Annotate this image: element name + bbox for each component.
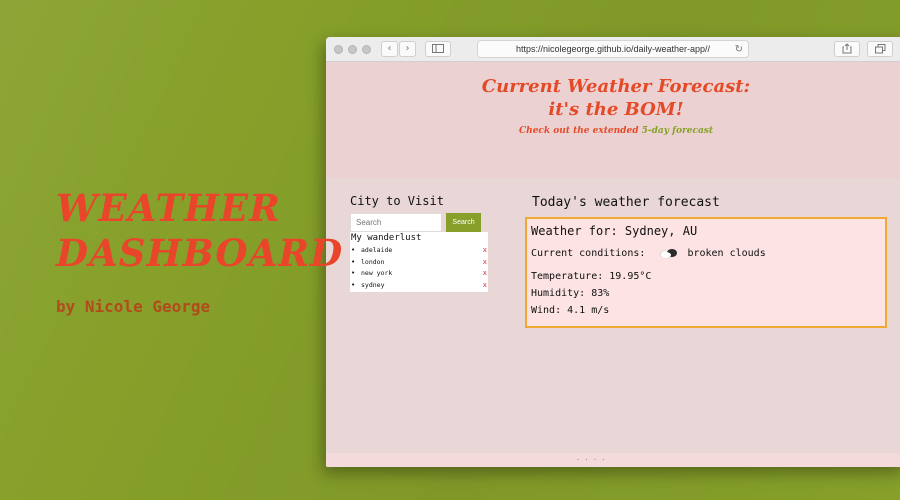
conditions-label: Current conditions: <box>531 248 646 259</box>
minimize-window-dot[interactable] <box>348 45 357 54</box>
promo-title-line2: DASHBOARD <box>56 231 344 275</box>
remove-city-button[interactable]: x <box>483 268 487 280</box>
list-item[interactable]: • adelaide x <box>350 245 488 257</box>
bullet: • <box>351 280 356 289</box>
browser-toolbar: ‹ › https://nicolegeorge.github.io/daily… <box>326 37 900 62</box>
city-name[interactable]: new york <box>361 269 392 277</box>
search-button[interactable]: Search <box>446 213 481 232</box>
zoom-window-dot[interactable] <box>362 45 371 54</box>
web-page: Current Weather Forecast: it's the BOM! … <box>326 62 900 467</box>
url-text: https://nicolegeorge.github.io/daily-wea… <box>515 44 711 54</box>
city-name[interactable]: adelaide <box>361 246 392 254</box>
address-bar[interactable]: https://nicolegeorge.github.io/daily-wea… <box>477 40 749 58</box>
page-header: Current Weather Forecast: it's the BOM! … <box>326 62 900 178</box>
main-content: City to Visit Search My wanderlust • ade… <box>326 178 900 453</box>
footer-text: · · · · <box>576 456 606 464</box>
five-day-forecast-link[interactable]: 5-day forecast <box>642 126 713 136</box>
wanderlust-list: My wanderlust • adelaide x • london x • <box>350 232 488 292</box>
search-input[interactable] <box>350 213 442 232</box>
forecast-card: Weather for: Sydney, AU Current conditio… <box>525 217 887 328</box>
list-item[interactable]: • sydney x <box>350 280 488 292</box>
promo-byline: by Nicole George <box>56 297 211 316</box>
bullet: • <box>351 257 356 266</box>
share-icon[interactable] <box>834 41 860 57</box>
page-subtitle: Check out the extended 5-day forecast <box>326 126 900 136</box>
remove-city-button[interactable]: x <box>483 245 487 257</box>
promo-title-line1: WEATHER <box>56 186 281 230</box>
city-heading: City to Visit <box>350 194 444 208</box>
humidity: Humidity: 83% <box>531 288 610 299</box>
subtitle-prefix: Check out the extended <box>518 126 642 136</box>
wanderlust-title: My wanderlust <box>351 233 422 243</box>
city-name[interactable]: london <box>361 258 384 266</box>
bullet: • <box>351 269 356 277</box>
chevron-right-icon[interactable]: › <box>399 41 416 57</box>
bullet: • <box>351 246 356 254</box>
page-title-line1: Current Weather Forecast: <box>481 76 751 97</box>
list-item[interactable]: • new york x <box>350 268 488 280</box>
page-footer: · · · · <box>326 453 900 467</box>
promo-title: WEATHER DASHBOARD <box>56 186 343 276</box>
page-title-line2: it's the BOM! <box>548 99 684 120</box>
remove-city-button[interactable]: x <box>483 280 487 292</box>
sidebar-icon[interactable] <box>425 41 451 57</box>
chevron-left-icon[interactable]: ‹ <box>381 41 398 57</box>
tabs-icon[interactable] <box>867 41 893 57</box>
forecast-heading: Today's weather forecast <box>532 195 720 210</box>
browser-window: ‹ › https://nicolegeorge.github.io/daily… <box>326 37 900 467</box>
broken-clouds-icon <box>659 247 679 259</box>
conditions-value: broken clouds <box>687 248 766 259</box>
current-conditions: Current conditions: broken clouds <box>531 247 766 259</box>
list-item[interactable]: • london x <box>350 257 488 269</box>
reload-icon[interactable]: ↻ <box>735 42 743 58</box>
close-window-dot[interactable] <box>334 45 343 54</box>
wind: Wind: 4.1 m/s <box>531 305 610 316</box>
remove-city-button[interactable]: x <box>483 257 487 269</box>
temperature: Temperature: 19.95°C <box>531 271 652 282</box>
city-name[interactable]: sydney <box>361 281 384 289</box>
forecast-location: Weather for: Sydney, AU <box>531 224 698 238</box>
